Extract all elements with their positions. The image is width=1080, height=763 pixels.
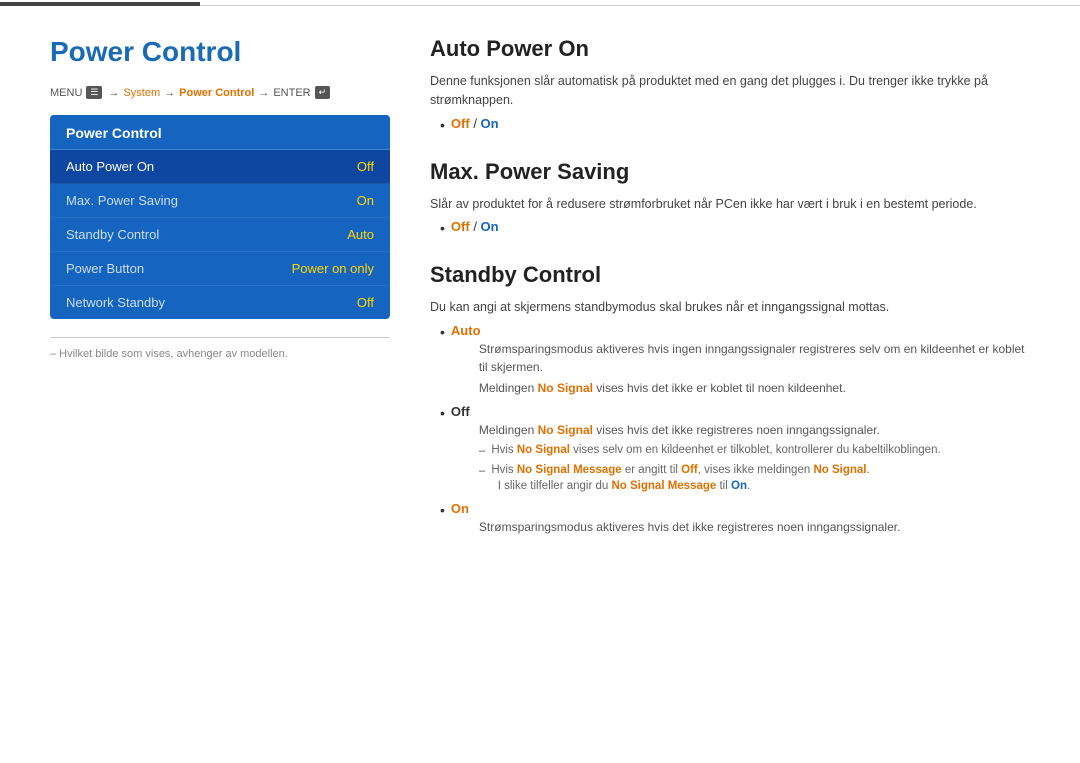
standby-on-desc: Strømsparingsmodus aktiveres hvis det ik… <box>479 518 901 536</box>
menu-box-header: Power Control <box>50 115 390 150</box>
bullet-dot-auto: • <box>440 324 445 340</box>
standby-auto-header: Auto <box>451 323 1030 338</box>
section-desc-auto-power-on: Denne funksjonen slår automatisk på prod… <box>430 72 1030 110</box>
page-title: Power Control <box>50 36 390 68</box>
menu-item-standby-control[interactable]: Standby Control Auto <box>50 218 390 252</box>
standby-on-header: On <box>451 501 901 516</box>
section-title-max-power-saving: Max. Power Saving <box>430 159 1030 185</box>
bullet-text-auto-power-on: Off / On <box>451 116 499 131</box>
top-bar-accent <box>0 2 200 6</box>
menu-item-label-auto-power-on: Auto Power On <box>66 159 154 174</box>
menu-item-value-max-power-saving: On <box>357 193 374 208</box>
bullet-max-power-saving-options: • Off / On <box>440 219 1030 236</box>
breadcrumb-power-control: Power Control <box>179 87 254 99</box>
bullet-text-max-power-saving: Off / On <box>451 219 499 234</box>
menu-item-value-auto-power-on: Off <box>357 159 374 174</box>
bullet-auto-power-on-options: • Off / On <box>440 116 1030 133</box>
breadcrumb-arrow2: → <box>164 87 175 99</box>
menu-item-label-network-standby: Network Standby <box>66 295 165 310</box>
top-bar <box>0 0 1080 6</box>
bullet-dot-off: • <box>440 405 445 421</box>
breadcrumb-system: System <box>123 87 160 99</box>
standby-auto-content: Auto Strømsparingsmodus aktiveres hvis i… <box>451 323 1030 400</box>
dash-icon-2: – <box>479 463 485 479</box>
menu-box: Power Control Auto Power On Off Max. Pow… <box>50 115 390 319</box>
breadcrumb-arrow1: → <box>108 87 119 99</box>
bullet-standby-auto: • Auto Strømsparingsmodus aktiveres hvis… <box>440 323 1030 400</box>
standby-off-dash-2: – Hvis No Signal Message er angitt til O… <box>479 462 941 494</box>
option-separator-mps: / <box>473 219 480 234</box>
menu-item-value-network-standby: Off <box>357 295 374 310</box>
option-separator: / <box>473 116 480 131</box>
menu-item-network-standby[interactable]: Network Standby Off <box>50 286 390 319</box>
breadcrumb-arrow3: → <box>258 87 269 99</box>
no-signal-ref-1: No Signal <box>538 381 593 395</box>
standby-auto-label: Auto <box>451 323 481 338</box>
standby-off-header: Off <box>451 404 941 419</box>
no-signal-ref-2: No Signal <box>538 423 593 437</box>
standby-off-content: Off Meldingen No Signal vises hvis det i… <box>451 404 941 497</box>
option-off: Off <box>451 116 470 131</box>
breadcrumb-enter: ENTER <box>273 87 310 99</box>
menu-item-label-max-power-saving: Max. Power Saving <box>66 193 178 208</box>
standby-on-content: On Strømsparingsmodus aktiveres hvis det… <box>451 501 901 539</box>
no-signal-message-ref-2: No Signal Message <box>611 480 716 492</box>
option-on-mps: On <box>481 219 499 234</box>
menu-item-value-power-button: Power on only <box>292 261 374 276</box>
section-auto-power-on: Auto Power On Denne funksjonen slår auto… <box>430 36 1030 133</box>
menu-item-value-standby-control: Auto <box>347 227 374 242</box>
option-off-mps: Off <box>451 219 470 234</box>
on-ref-1: On <box>731 480 747 492</box>
breadcrumb: MENU ☰ → System → Power Control → ENTER … <box>50 86 390 99</box>
menu-item-max-power-saving[interactable]: Max. Power Saving On <box>50 184 390 218</box>
standby-off-dash-1: – Hvis No Signal vises selv om en kildee… <box>479 442 941 459</box>
standby-off-dash-text-1: Hvis No Signal vises selv om en kildeenh… <box>491 442 940 458</box>
section-title-standby-control: Standby Control <box>430 262 1030 288</box>
standby-off-label: Off <box>451 404 470 419</box>
no-signal-ref-4: No Signal <box>813 464 866 476</box>
no-signal-ref-3: No Signal <box>517 444 570 456</box>
section-max-power-saving: Max. Power Saving Slår av produktet for … <box>430 159 1030 237</box>
section-title-auto-power-on: Auto Power On <box>430 36 1030 62</box>
breadcrumb-menu-icon: ☰ <box>86 86 102 99</box>
no-signal-message-ref-1: No Signal Message <box>517 464 622 476</box>
left-panel: Power Control MENU ☰ → System → Power Co… <box>50 26 390 565</box>
top-bar-line <box>200 5 1080 6</box>
off-ref-1: Off <box>681 464 698 476</box>
option-on: On <box>481 116 499 131</box>
menu-item-label-standby-control: Standby Control <box>66 227 159 242</box>
standby-auto-desc: Strømsparingsmodus aktiveres hvis ingen … <box>479 340 1030 376</box>
bullet-standby-off: • Off Meldingen No Signal vises hvis det… <box>440 404 1030 497</box>
bullet-dot-on: • <box>440 502 445 518</box>
breadcrumb-enter-icon: ↵ <box>315 86 331 99</box>
footnote: – Hvilket bilde som vises, avhenger av m… <box>50 337 390 360</box>
bullet-dot: • <box>440 117 445 133</box>
section-desc-standby-control: Du kan angi at skjermens standbymodus sk… <box>430 298 1030 317</box>
standby-off-desc: Meldingen No Signal vises hvis det ikke … <box>479 421 941 439</box>
main-container: Power Control MENU ☰ → System → Power Co… <box>0 6 1080 585</box>
bullet-standby-on: • On Strømsparingsmodus aktiveres hvis d… <box>440 501 1030 539</box>
breadcrumb-menu: MENU <box>50 87 82 99</box>
dash-icon-1: – <box>479 443 485 459</box>
menu-item-label-power-button: Power Button <box>66 261 144 276</box>
bullet-dot-mps: • <box>440 220 445 236</box>
section-desc-max-power-saving: Slår av produktet for å redusere strømfo… <box>430 195 1030 214</box>
standby-off-dash-text-2: Hvis No Signal Message er angitt til Off… <box>491 462 869 494</box>
menu-item-power-button[interactable]: Power Button Power on only <box>50 252 390 286</box>
standby-on-label: On <box>451 501 469 516</box>
right-panel: Auto Power On Denne funksjonen slår auto… <box>430 26 1030 565</box>
standby-auto-note: Meldingen No Signal vises hvis det ikke … <box>479 379 1030 397</box>
section-standby-control: Standby Control Du kan angi at skjermens… <box>430 262 1030 539</box>
menu-item-auto-power-on[interactable]: Auto Power On Off <box>50 150 390 184</box>
